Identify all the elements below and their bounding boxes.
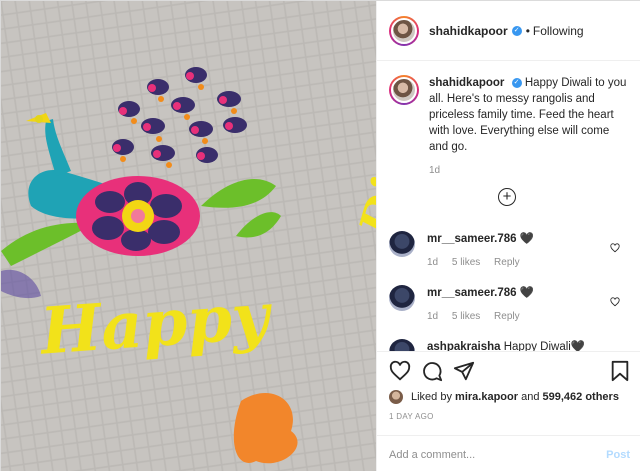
comment-username[interactable]: mr__sameer.786: [427, 233, 517, 245]
comment-likes[interactable]: 5 likes: [452, 257, 480, 268]
caption-avatar[interactable]: [389, 75, 419, 105]
plus-circle-icon[interactable]: +: [498, 188, 516, 206]
post-side-panel: shahidkapoor ✓ • Following shahidkapoor …: [376, 1, 640, 471]
comment-age: 1d: [427, 311, 439, 322]
bookmark-icon[interactable]: [610, 360, 630, 382]
likes-connector: and: [521, 391, 540, 403]
author-username[interactable]: shahidkapoor: [429, 24, 508, 38]
reply-button[interactable]: Reply: [494, 311, 520, 322]
heart-icon[interactable]: [610, 243, 620, 253]
caption-age: 1d: [429, 165, 441, 176]
instagram-post-dialog: Happy Diwali shahidkapoor ✓ • Following …: [0, 0, 640, 471]
likes-prefix: Liked by: [411, 391, 452, 403]
comment-text: 🖤: [519, 233, 535, 245]
comment-username[interactable]: mr__sameer.786: [427, 287, 517, 299]
caption-username[interactable]: shahidkapoor: [429, 77, 504, 89]
comment-text: Happy Diwali🖤: [503, 341, 586, 351]
heart-icon[interactable]: [610, 297, 620, 307]
comment-input[interactable]: Add a comment...: [389, 449, 606, 461]
likes-summary: Liked by mira.kapoor and 599,462 others: [389, 390, 619, 404]
comment-icon[interactable]: [421, 360, 443, 382]
liker-avatar[interactable]: [389, 390, 403, 404]
share-icon[interactable]: [453, 360, 475, 382]
commenter-avatar[interactable]: [389, 231, 415, 257]
post-header: shahidkapoor ✓ • Following: [377, 1, 640, 61]
commenter-avatar[interactable]: [389, 339, 415, 351]
caption: shahidkapoor ✓ Happy Diwali to you all. …: [377, 61, 640, 179]
post-photo[interactable]: Happy Diwali: [1, 1, 376, 471]
separator-dot: •: [525, 23, 530, 38]
following-button[interactable]: Following: [533, 24, 584, 38]
add-comment-bar: Add a comment... Post: [377, 435, 640, 471]
comment-username[interactable]: ashpakraisha: [427, 341, 501, 351]
comment-item: mr__sameer.786 🖤 1d 5 likes Reply: [389, 285, 634, 322]
likes-count[interactable]: 599,462 others: [543, 391, 619, 403]
verified-badge-icon: ✓: [511, 77, 522, 88]
comment-likes[interactable]: 5 likes: [452, 311, 480, 322]
post-actions: Liked by mira.kapoor and 599,462 others …: [377, 351, 640, 471]
comment-item: ashpakraisha Happy Diwali🖤: [389, 339, 634, 351]
comment-text: 🖤: [519, 287, 535, 299]
author-avatar[interactable]: [389, 15, 419, 46]
verified-badge-icon: ✓: [511, 25, 522, 36]
rangoli-image: Happy Diwali: [1, 1, 376, 471]
reply-button[interactable]: Reply: [494, 257, 520, 268]
comments-section[interactable]: shahidkapoor ✓ Happy Diwali to you all. …: [377, 61, 640, 351]
comment-item: mr__sameer.786 🖤 1d 5 likes Reply: [389, 231, 634, 268]
commenter-avatar[interactable]: [389, 285, 415, 311]
comment-age: 1d: [427, 257, 439, 268]
heart-icon[interactable]: [389, 360, 411, 382]
post-button[interactable]: Post: [606, 449, 630, 461]
post-date[interactable]: 1 DAY AGO: [389, 412, 434, 421]
liker-username[interactable]: mira.kapoor: [455, 391, 518, 403]
